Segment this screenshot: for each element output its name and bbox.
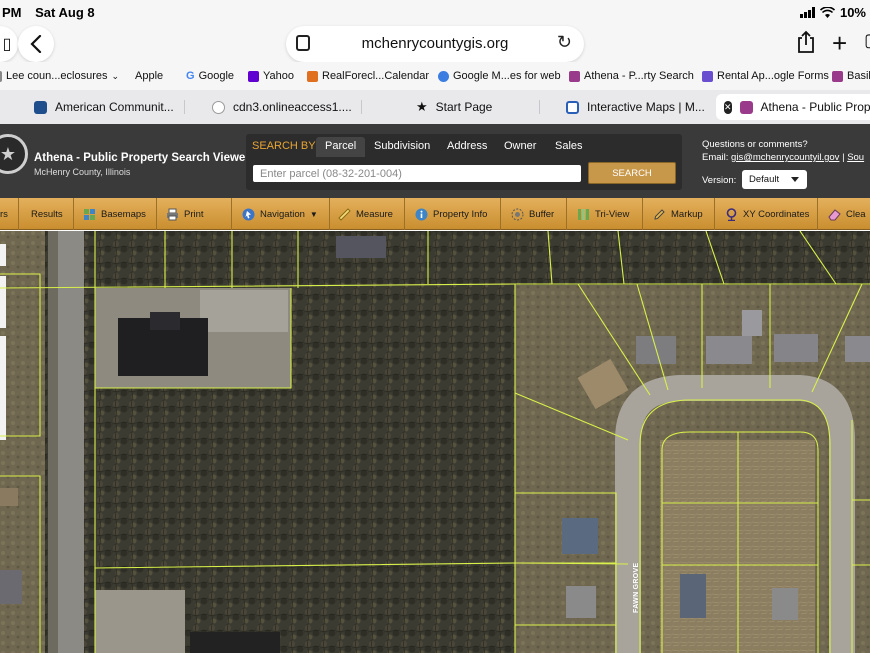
status-date: Sat Aug 8	[35, 5, 95, 20]
search-tab-sales[interactable]: Sales	[546, 137, 592, 157]
search-tab-owner[interactable]: Owner	[495, 137, 545, 157]
search-by-label: SEARCH BY:	[252, 140, 319, 152]
version-select[interactable]: Default	[742, 170, 807, 189]
athena-icon	[739, 100, 753, 114]
bookmark-item[interactable]: Rental Ap...ogle Forms	[702, 70, 829, 82]
sidebar-icon: ▯	[2, 36, 12, 53]
reload-icon[interactable]: ↻	[557, 32, 572, 53]
dropdown-caret-icon: ▼	[309, 209, 318, 219]
toolbar-navigation[interactable]: Navigation ▼	[232, 198, 330, 230]
tab-strip: American Communit... cdn3.onlineaccess1.…	[0, 90, 870, 124]
bookmark-item[interactable]: Lee coun...eclosures ⌄	[0, 70, 119, 82]
app-header: ★ Athena - Public Property Search Viewer…	[0, 124, 870, 198]
ruler-icon	[338, 207, 351, 221]
bookmark-item[interactable]: Yahoo	[248, 70, 294, 82]
pencil-icon	[654, 208, 665, 220]
bookmark-item[interactable]: Google M...es for web	[438, 70, 561, 82]
realforeclose-icon	[307, 70, 318, 82]
browser-tab-active[interactable]: ✕ Athena - Public Prop...	[716, 94, 870, 120]
toolbar-xy-coordinates[interactable]: XY Coordinates	[715, 198, 818, 230]
url-text: mchenrycountygis.org	[361, 35, 509, 52]
back-button[interactable]	[18, 26, 54, 62]
tab-divider	[184, 100, 185, 114]
share-icon[interactable]	[796, 30, 816, 60]
map-toolbar: rs Results Basemaps Print Navigation ▼ Me…	[0, 198, 870, 230]
search-button[interactable]: SEARCH	[588, 162, 676, 184]
safari-toolbar: ▯ mchenrycountygis.org ↻ + ▢	[0, 26, 870, 62]
wifi-icon	[819, 6, 835, 18]
county-seal-logo: ★	[0, 134, 28, 174]
toolbar-results[interactable]: Results	[19, 198, 74, 230]
google-maps-icon	[438, 70, 449, 82]
version-label: Version:	[702, 175, 737, 186]
aerial-map[interactable]: FAWN GROVE	[0, 231, 870, 653]
close-tab-icon[interactable]: ✕	[724, 100, 732, 114]
bookmark-item[interactable]: RealForecl...Calendar	[307, 70, 429, 82]
bookmark-item[interactable]: Basil	[832, 70, 870, 82]
census-icon	[34, 100, 47, 114]
browser-tab[interactable]: ★ Start Page	[408, 94, 536, 120]
maps-icon	[566, 100, 579, 114]
new-tab-icon[interactable]: +	[832, 28, 847, 59]
forms-icon	[702, 70, 713, 82]
search-tab-address[interactable]: Address	[438, 137, 496, 157]
contact-email-line: Email: gis@mchenrycountyil.gov | Sou	[702, 152, 865, 163]
browser-tab[interactable]: Interactive Maps | M...	[558, 94, 714, 120]
status-bar: PM Sat Aug 8 10%	[0, 0, 870, 26]
tabs-grid-icon[interactable]: ▢	[864, 30, 870, 51]
app-subtitle: McHenry County, Illinois	[34, 167, 131, 177]
browser-tab[interactable]: American Communit...	[26, 94, 182, 120]
sidebar-button[interactable]: ▯	[0, 26, 18, 62]
cellular-signal-icon	[799, 7, 815, 18]
toolbar-clear[interactable]: Clea	[818, 198, 870, 230]
eraser-icon	[828, 208, 841, 220]
bookmark-item[interactable]: G Google	[186, 70, 234, 82]
search-tab-subdivision[interactable]: Subdivision	[365, 137, 439, 157]
search-tab-parcel[interactable]: Parcel	[316, 137, 366, 157]
search-panel: SEARCH BY: Parcel Subdivision Address Ow…	[246, 134, 682, 190]
tab-divider	[361, 100, 362, 114]
toolbar-measure[interactable]: Measure	[330, 198, 405, 230]
toolbar-basemaps[interactable]: Basemaps	[74, 198, 157, 230]
toolbar-print[interactable]: Print	[157, 198, 232, 230]
status-time: PM	[2, 5, 22, 20]
xy-pin-icon	[726, 207, 737, 221]
caret-down-icon	[791, 177, 799, 182]
printer-icon	[167, 208, 178, 220]
globe-icon	[212, 100, 225, 114]
yahoo-icon	[248, 70, 259, 82]
triview-icon	[578, 208, 589, 220]
chevron-left-icon	[30, 35, 42, 53]
toolbar-layers[interactable]: rs	[0, 198, 19, 230]
bookmark-item[interactable]: Athena - P...rty Search	[569, 70, 694, 82]
google-icon: G	[186, 70, 195, 82]
toolbar-markup[interactable]: Markup	[643, 198, 715, 230]
app-title: Athena - Public Property Search Viewer	[34, 152, 250, 164]
parcel-search-input[interactable]	[253, 165, 581, 182]
contact-email-link[interactable]: gis@mchenrycountyil.gov	[731, 152, 839, 163]
browser-tab[interactable]: cdn3.onlineaccess1....	[204, 94, 358, 120]
bookmark-item[interactable]: Apple	[131, 70, 163, 82]
favorites-bar: Lee coun...eclosures ⌄ Apple G Google Yaho…	[0, 62, 870, 90]
aerial-imagery	[0, 231, 870, 653]
buffer-icon	[511, 208, 524, 220]
athena-icon	[569, 70, 580, 82]
contact-extra-link[interactable]: Sou	[847, 152, 864, 163]
toolbar-buffer[interactable]: Buffer	[501, 198, 567, 230]
battery-percent: 10%	[839, 5, 866, 20]
address-bar[interactable]: mchenrycountygis.org ↻	[286, 26, 584, 62]
toolbar-tri-view[interactable]: Tri-View	[567, 198, 643, 230]
tab-divider	[539, 100, 540, 114]
star-icon: ★	[416, 99, 428, 114]
chevron-down-icon: ⌄	[111, 70, 120, 81]
toolbar-property-info[interactable]: Property Info	[405, 198, 501, 230]
navigation-icon	[242, 208, 255, 220]
folder-icon	[0, 70, 2, 82]
street-label-fawn-grove: FAWN GROVE	[633, 562, 640, 613]
contact-question: Questions or comments?	[702, 139, 808, 150]
info-icon	[415, 208, 428, 220]
basemaps-icon	[84, 208, 95, 220]
athena-icon	[832, 70, 843, 82]
